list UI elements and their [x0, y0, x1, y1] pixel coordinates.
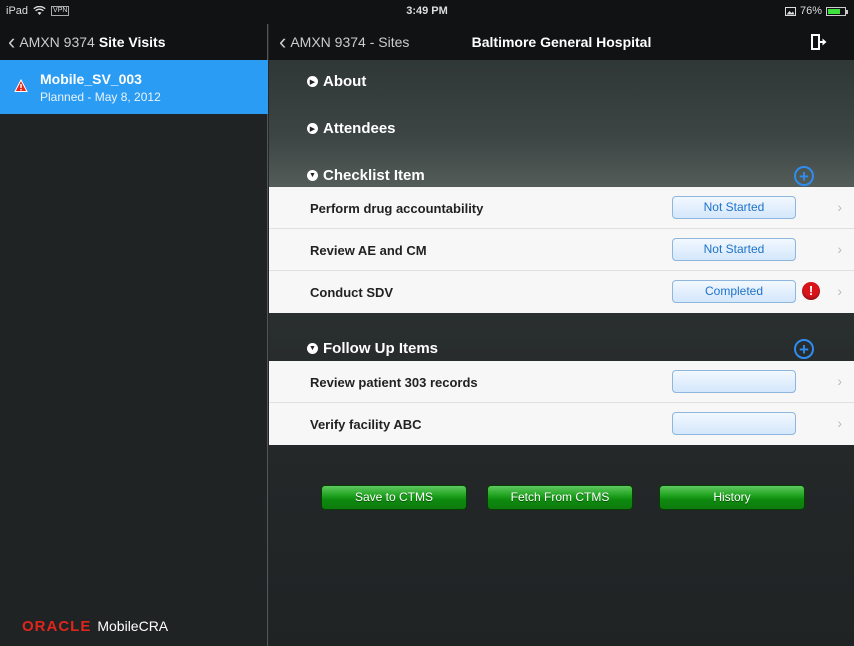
checklist-item-label: Perform drug accountability	[310, 201, 484, 216]
left-pane-title: Site Visits	[98, 34, 166, 50]
site-title: Baltimore General Hospital	[471, 34, 652, 50]
battery-percent: 76%	[799, 5, 822, 17]
status-time: 3:49 PM	[406, 5, 448, 17]
right-pane: ‹ AMXN 9374 - Sites Baltimore General Ho…	[269, 24, 854, 646]
plus-icon: +	[799, 339, 809, 359]
right-nav-bar: ‹ AMXN 9374 - Sites Baltimore General Ho…	[269, 24, 854, 60]
section-about[interactable]: ▶ About	[307, 73, 366, 90]
follow-up-status-field[interactable]	[672, 370, 796, 393]
checklist-list: Perform drug accountability Not Started …	[269, 187, 854, 313]
fetch-from-ctms-button[interactable]: Fetch From CTMS	[487, 485, 633, 510]
history-button[interactable]: History	[659, 485, 805, 510]
checklist-status-field[interactable]: Completed	[672, 280, 796, 303]
status-right: 76%	[784, 5, 848, 17]
chevron-right-icon: ›	[837, 199, 842, 215]
site-visit-name: Mobile_SV_003	[40, 71, 142, 87]
section-checklist[interactable]: ▼ Checklist Item	[307, 167, 425, 184]
follow-up-status-field[interactable]	[672, 412, 796, 435]
status-bar: iPad VPN 3:49 PM 76%	[0, 0, 854, 24]
back-chevron-icon[interactable]: ‹	[8, 31, 15, 53]
follow-up-item-label: Verify facility ABC	[310, 417, 422, 432]
section-attendees[interactable]: ▶ Attendees	[307, 120, 396, 137]
chevron-right-icon: ›	[837, 373, 842, 389]
battery-level	[828, 8, 841, 14]
left-nav-bar: ‹ AMXN 9374 Site Visits	[0, 24, 267, 60]
plus-icon: +	[799, 166, 809, 186]
exit-icon[interactable]	[810, 33, 828, 51]
follow-up-list: Review patient 303 records › Verify faci…	[269, 361, 854, 445]
chevron-right-icon: ›	[837, 241, 842, 257]
left-pane: ‹ AMXN 9374 Site Visits Mobile_SV_003 Pl…	[0, 24, 268, 646]
site-visit-item[interactable]: Mobile_SV_003 Planned - May 8, 2012	[0, 60, 268, 114]
oracle-logo: ORACLE	[22, 618, 92, 635]
expand-arrow-icon: ▶	[307, 76, 318, 87]
picture-icon	[784, 6, 796, 16]
checklist-row[interactable]: Review AE and CM Not Started ›	[269, 229, 854, 271]
add-checklist-item-button[interactable]: +	[794, 166, 814, 186]
checklist-item-label: Conduct SDV	[310, 285, 394, 300]
follow-up-row[interactable]: Verify facility ABC ›	[269, 403, 854, 445]
footer-logo: ORACLE MobileCRA	[22, 618, 168, 635]
collapse-arrow-icon: ▼	[307, 343, 318, 354]
checklist-status-field[interactable]: Not Started	[672, 238, 796, 261]
checklist-item-label: Review AE and CM	[310, 243, 427, 258]
collapse-arrow-icon: ▼	[307, 170, 318, 181]
checklist-row[interactable]: Perform drug accountability Not Started …	[269, 187, 854, 229]
expand-arrow-icon: ▶	[307, 123, 318, 134]
warning-icon	[14, 79, 28, 92]
section-attendees-label: Attendees	[323, 120, 396, 137]
follow-up-row[interactable]: Review patient 303 records ›	[269, 361, 854, 403]
chevron-right-icon: ›	[837, 283, 842, 299]
battery-icon	[826, 6, 848, 16]
chevron-right-icon: ›	[837, 415, 842, 431]
checklist-row[interactable]: Conduct SDV Completed ! ›	[269, 271, 854, 313]
section-follow-up-label: Follow Up Items	[323, 340, 439, 357]
section-checklist-label: Checklist Item	[323, 167, 425, 184]
product-name: MobileCRA	[97, 618, 169, 634]
alert-icon[interactable]: !	[802, 282, 820, 300]
add-follow-up-button[interactable]: +	[794, 339, 814, 359]
follow-up-item-label: Review patient 303 records	[310, 375, 478, 390]
back-to-study-button[interactable]: AMXN 9374	[19, 34, 94, 50]
section-follow-up[interactable]: ▼ Follow Up Items	[307, 340, 438, 357]
save-to-ctms-button[interactable]: Save to CTMS	[321, 485, 467, 510]
site-visit-status: Planned - May 8, 2012	[40, 90, 161, 104]
checklist-status-field[interactable]: Not Started	[672, 196, 796, 219]
section-about-label: About	[323, 73, 367, 90]
